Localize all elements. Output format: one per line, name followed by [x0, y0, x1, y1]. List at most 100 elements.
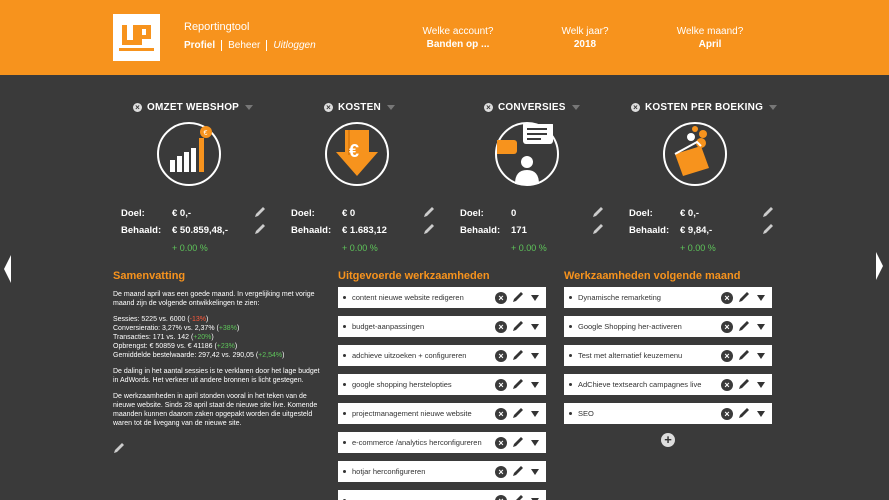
edit-goal-icon[interactable]	[254, 206, 266, 218]
stat-delta: +20%	[193, 334, 212, 341]
edit-task-icon[interactable]	[512, 465, 524, 477]
chevron-down-icon[interactable]	[531, 411, 539, 417]
summary-stats: Sessies: 5225 vs. 6000 (-13%) Conversier…	[113, 316, 285, 359]
task-item[interactable]: Dynamische remarketing ×	[564, 287, 772, 308]
nav-uitloggen-link[interactable]: Uitloggen	[266, 40, 321, 51]
task-item[interactable]: AdChieve textsearch campagnes live ×	[564, 374, 772, 395]
nav-beheer-link[interactable]: Beheer	[221, 40, 266, 51]
task-item[interactable]: hotjar herconfigureren ×	[338, 461, 546, 482]
kpi-achieved-value: € 9,84,-	[680, 225, 713, 236]
brand-logo[interactable]	[113, 14, 160, 61]
edit-task-icon[interactable]	[512, 436, 524, 448]
delete-task-icon[interactable]: ×	[721, 292, 733, 304]
delete-task-icon[interactable]: ×	[495, 466, 507, 478]
edit-task-icon[interactable]	[512, 320, 524, 332]
account-selector[interactable]: Welke account? Banden op ...	[418, 26, 498, 50]
kpi-title: OMZET WEBSHOP	[147, 102, 240, 113]
chevron-down-icon[interactable]	[757, 324, 765, 330]
edit-goal-icon[interactable]	[423, 206, 435, 218]
edit-task-icon[interactable]	[738, 349, 750, 361]
remove-kpi-icon[interactable]: ×	[484, 103, 493, 112]
edit-task-icon[interactable]	[738, 378, 750, 390]
remove-kpi-icon[interactable]: ×	[133, 103, 142, 112]
month-selector-label: Welke maand?	[676, 26, 744, 37]
kpi-achieved-label: Behaald:	[121, 225, 162, 236]
delete-task-icon[interactable]: ×	[495, 321, 507, 333]
edit-achieved-icon[interactable]	[592, 223, 604, 235]
done-tasks-title: Uitgevoerde werkzaamheden	[338, 270, 490, 282]
chevron-down-icon[interactable]	[757, 411, 765, 417]
chevron-down-icon[interactable]	[531, 440, 539, 446]
task-item[interactable]: Google Shopping her-activeren ×	[564, 316, 772, 337]
edit-achieved-icon[interactable]	[423, 223, 435, 235]
chevron-down-icon[interactable]	[757, 295, 765, 301]
stat-conversieratio: Conversieratio: 3,27% vs. 2,37% (	[113, 325, 219, 332]
delete-task-icon[interactable]: ×	[495, 408, 507, 420]
chevron-down-icon[interactable]	[531, 324, 539, 330]
edit-task-icon[interactable]	[512, 494, 524, 500]
next-arrow-icon[interactable]	[876, 252, 883, 280]
year-selector[interactable]: Welk jaar? 2018	[555, 26, 615, 50]
previous-arrow-icon[interactable]	[4, 255, 11, 283]
kpi-achieved-value: € 50.859,48,-	[172, 225, 228, 236]
delete-task-icon[interactable]: ×	[721, 321, 733, 333]
kpi-delta: + 0.00 %	[342, 243, 378, 253]
task-item[interactable]: budget-aanpassingen ×	[338, 316, 546, 337]
edit-summary-icon[interactable]	[113, 442, 125, 454]
chevron-down-icon[interactable]	[769, 105, 778, 110]
task-label: projectmanagement nieuwe website	[352, 409, 472, 418]
remove-kpi-icon[interactable]: ×	[324, 103, 333, 112]
edit-achieved-icon[interactable]	[254, 223, 266, 235]
task-item[interactable]: projectmanagement nieuwe website ×	[338, 403, 546, 424]
add-task-button[interactable]: +	[661, 433, 675, 447]
delete-task-icon[interactable]: ×	[495, 350, 507, 362]
month-selector[interactable]: Welke maand? April	[675, 26, 745, 50]
chevron-down-icon[interactable]	[571, 105, 580, 110]
edit-task-icon[interactable]	[738, 407, 750, 419]
month-selector-value: April	[698, 39, 722, 50]
chevron-down-icon[interactable]	[531, 295, 539, 301]
chevron-down-icon[interactable]	[531, 469, 539, 475]
delete-task-icon[interactable]: ×	[495, 292, 507, 304]
edit-task-icon[interactable]	[512, 407, 524, 419]
task-item[interactable]: Test met alternatief keuzemenu ×	[564, 345, 772, 366]
edit-task-icon[interactable]	[512, 291, 524, 303]
delete-task-icon[interactable]: ×	[721, 408, 733, 420]
kpi-title: KOSTEN	[338, 102, 381, 113]
edit-task-icon[interactable]	[738, 320, 750, 332]
edit-achieved-icon[interactable]	[762, 223, 774, 235]
delete-task-icon[interactable]: ×	[495, 437, 507, 449]
summary-para-3: De werkzaamheden in april stonden vooral…	[113, 393, 318, 427]
kpi-goal-label: Doel:	[460, 208, 484, 219]
task-item[interactable]: ×	[338, 490, 546, 500]
delete-task-icon[interactable]: ×	[721, 379, 733, 391]
chevron-down-icon[interactable]	[245, 105, 254, 110]
delete-task-icon[interactable]: ×	[495, 495, 507, 500]
edit-goal-icon[interactable]	[762, 206, 774, 218]
task-item[interactable]: content nieuwe website redigeren ×	[338, 287, 546, 308]
task-item[interactable]: e-commerce /analytics herconfigureren ×	[338, 432, 546, 453]
delete-task-icon[interactable]: ×	[721, 350, 733, 362]
chevron-down-icon[interactable]	[757, 353, 765, 359]
delete-task-icon[interactable]: ×	[495, 379, 507, 391]
chevron-down-icon[interactable]	[531, 382, 539, 388]
remove-kpi-icon[interactable]: ×	[631, 103, 640, 112]
chevron-down-icon[interactable]	[386, 105, 395, 110]
task-item[interactable]: google shopping herstelopties ×	[338, 374, 546, 395]
chevron-down-icon[interactable]	[757, 382, 765, 388]
edit-task-icon[interactable]	[512, 349, 524, 361]
bullet-icon	[343, 470, 346, 473]
kpi-goal-label: Doel:	[291, 208, 315, 219]
task-item[interactable]: adchieve uitzoeken + configureren ×	[338, 345, 546, 366]
bullet-icon	[343, 383, 346, 386]
edit-goal-icon[interactable]	[592, 206, 604, 218]
chevron-down-icon[interactable]	[531, 353, 539, 359]
task-item[interactable]: SEO ×	[564, 403, 772, 424]
edit-task-icon[interactable]	[512, 378, 524, 390]
wallet-coins-icon	[663, 122, 727, 186]
stat-delta: +23%	[216, 343, 235, 350]
svg-text:€: €	[349, 141, 359, 161]
task-label: Dynamische remarketing	[578, 293, 661, 302]
nav-profiel-link[interactable]: Profiel	[184, 40, 221, 51]
edit-task-icon[interactable]	[738, 291, 750, 303]
